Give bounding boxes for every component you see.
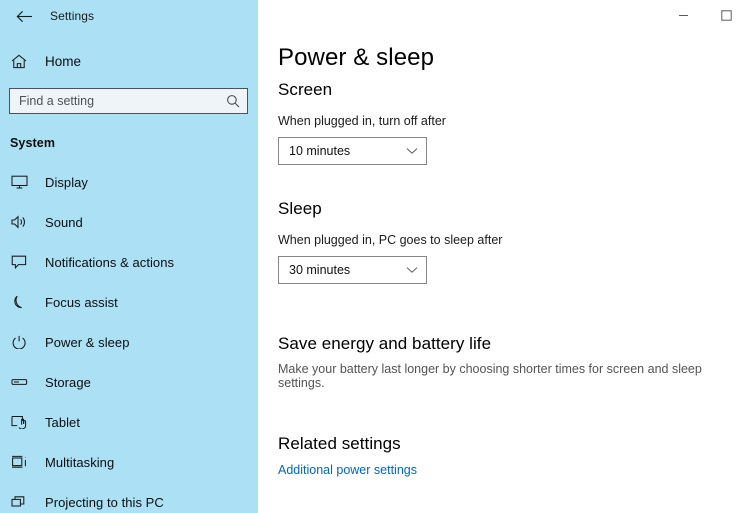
search-container [0, 76, 258, 114]
sidebar-group-title: System [10, 136, 56, 150]
minimize-icon[interactable] [660, 0, 706, 31]
sleep-section-heading: Sleep [278, 199, 322, 218]
sidebar-item-notifications[interactable]: Notifications & actions [0, 242, 258, 282]
main-content: Power & sleep Screen When plugged in, tu… [258, 0, 746, 479]
sidebar-item-multitasking[interactable]: Multitasking [0, 442, 258, 482]
moon-icon [11, 295, 33, 309]
sidebar-titlebar: Settings [0, 0, 258, 32]
window-title: Settings [50, 9, 95, 23]
sidebar-item-label: Sound [45, 214, 83, 230]
sidebar-item-power-sleep[interactable]: Power & sleep [0, 322, 258, 362]
search-box[interactable] [9, 88, 248, 114]
settings-window: Settings Home Find a setting System Disp… [0, 0, 746, 513]
power-icon [11, 335, 33, 349]
sidebar-item-label: Storage [45, 374, 91, 390]
sidebar-item-projecting[interactable]: Projecting to this PC [0, 482, 258, 513]
drive-icon [11, 375, 33, 389]
speaker-icon [11, 215, 33, 229]
multitasking-icon [11, 455, 33, 469]
sidebar-item-focus-assist[interactable]: Focus assist [0, 282, 258, 322]
sleep-timeout-value: 30 minutes [289, 263, 351, 277]
sidebar-nav: Display Sound Notifications & actions Fo… [0, 162, 258, 513]
chevron-down-icon [406, 147, 418, 155]
sidebar-item-display[interactable]: Display [0, 162, 258, 202]
main-panel: Power & sleep Screen When plugged in, tu… [258, 0, 746, 513]
save-energy-heading: Save energy and battery life [278, 334, 492, 353]
screen-field-label: When plugged in, turn off after [278, 114, 446, 128]
screen-section-heading: Screen [278, 80, 333, 99]
sidebar-item-label: Power & sleep [45, 334, 130, 350]
sidebar-item-sound[interactable]: Sound [0, 202, 258, 242]
chat-bubble-icon [11, 255, 33, 269]
sidebar-item-label: Projecting to this PC [45, 494, 164, 510]
sidebar-item-tablet[interactable]: Tablet [0, 402, 258, 442]
window-controls [660, 0, 746, 31]
sidebar-item-label: Display [45, 174, 88, 190]
sidebar-item-label: Focus assist [45, 294, 118, 310]
additional-power-settings-link[interactable]: Additional power settings [278, 463, 417, 477]
search-icon[interactable] [225, 94, 241, 108]
page-title: Power & sleep [278, 44, 435, 71]
search-input[interactable] [19, 94, 225, 108]
maximize-icon[interactable] [706, 0, 746, 31]
back-arrow-icon[interactable] [10, 3, 38, 29]
screen-timeout-dropdown[interactable]: 10 minutes [278, 137, 427, 165]
screen-timeout-value: 10 minutes [289, 144, 351, 158]
sleep-timeout-dropdown[interactable]: 30 minutes [278, 256, 427, 284]
sidebar-item-label: Home [45, 53, 82, 69]
sidebar-item-label: Notifications & actions [45, 254, 175, 270]
sidebar-item-label: Multitasking [45, 454, 115, 470]
sidebar-item-storage[interactable]: Storage [0, 362, 258, 402]
save-energy-description: Make your battery last longer by choosin… [278, 362, 702, 390]
sidebar: Settings Home Find a setting System Disp… [0, 0, 258, 513]
projecting-icon [11, 495, 33, 509]
tablet-icon [11, 415, 33, 429]
monitor-icon [11, 175, 33, 189]
related-settings-heading: Related settings [278, 434, 401, 453]
chevron-down-icon [406, 266, 418, 274]
home-icon [11, 54, 33, 69]
sidebar-item-label: Tablet [45, 414, 80, 430]
sidebar-item-home[interactable]: Home [0, 46, 258, 76]
sleep-field-label: When plugged in, PC goes to sleep after [278, 233, 503, 247]
